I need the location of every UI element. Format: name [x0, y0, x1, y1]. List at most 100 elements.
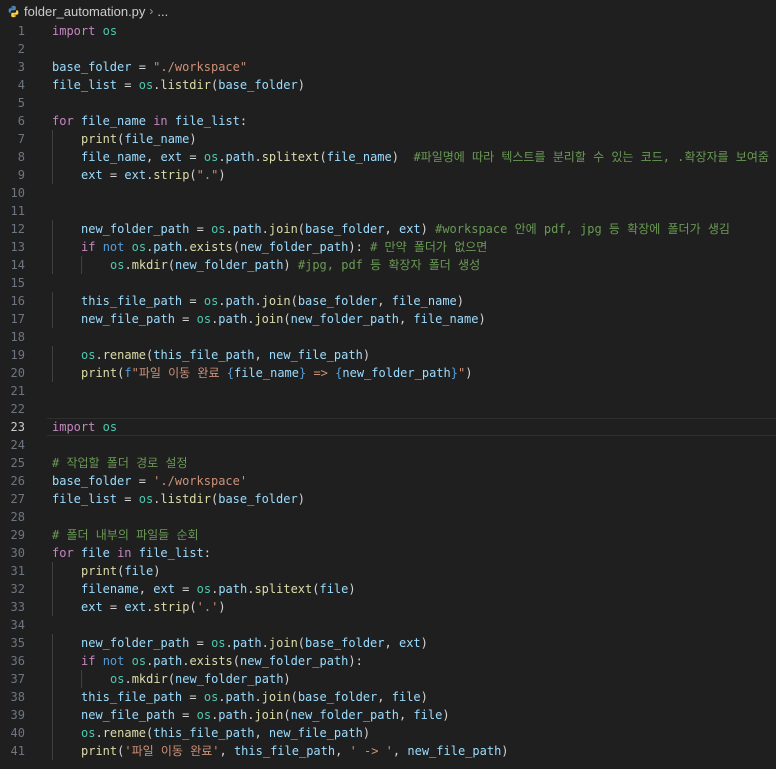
code-token: import — [52, 24, 96, 38]
code-token: ( — [232, 654, 241, 668]
code-token: new_folder_path — [81, 222, 190, 236]
code-token: mkdir — [131, 672, 168, 686]
code-line[interactable]: 17 new_file_path = os.path.join(new_folde… — [0, 310, 776, 328]
code-line[interactable]: 28 — [0, 508, 776, 526]
code-line[interactable]: 39 new_file_path = os.path.join(new_folde… — [0, 706, 776, 724]
code-token: ( — [297, 222, 306, 236]
code-line[interactable]: 3 base_folder = "./workspace" — [0, 58, 776, 76]
code-token: , — [254, 348, 269, 362]
code-token: ( — [319, 150, 327, 164]
code-token: print — [81, 744, 118, 758]
code-line[interactable]: 36 if not os.path.exists(new_folder_path)… — [0, 652, 776, 670]
code-text: file_list = os.listdir(base_folder) — [52, 76, 305, 94]
code-token: print — [81, 564, 118, 578]
code-line[interactable]: 31 print(file) — [0, 562, 776, 580]
code-line[interactable]: 26 base_folder = './workspace' — [0, 472, 776, 490]
code-line[interactable]: 25 # 작업할 폴더 경로 설정 — [0, 454, 776, 472]
code-line[interactable]: 5 — [0, 94, 776, 112]
code-line[interactable]: 20 print(f"파일 이동 완료 {file_name} => {new_f… — [0, 364, 776, 382]
code-token: ) — [501, 744, 509, 758]
line-number: 30 — [10, 546, 25, 560]
code-line[interactable]: 6 for file_name in file_list: — [0, 112, 776, 130]
code-token: ext — [153, 582, 175, 596]
code-line[interactable]: 1 import os — [0, 22, 776, 40]
code-token: ext — [398, 222, 421, 236]
code-line[interactable]: 16 this_file_path = os.path.join(base_fol… — [0, 292, 776, 310]
code-line[interactable]: 11 — [0, 202, 776, 220]
code-token: = — [131, 474, 154, 488]
breadcrumb-more[interactable]: ... — [157, 4, 168, 19]
code-token: os — [131, 240, 147, 254]
code-line[interactable]: 23 import os — [0, 418, 776, 436]
code-line[interactable]: 27 file_list = os.listdir(base_folder) — [0, 490, 776, 508]
code-line[interactable]: 7 print(file_name) — [0, 130, 776, 148]
code-line[interactable]: 4 file_list = os.listdir(base_folder) — [0, 76, 776, 94]
indent-guide — [52, 148, 53, 166]
code-line[interactable]: 40 os.rename(this_file_path, new_file_pat… — [0, 724, 776, 742]
code-token: os — [203, 690, 219, 704]
line-number: 2 — [17, 42, 25, 56]
line-number: 18 — [10, 330, 25, 344]
code-token: os — [138, 78, 154, 92]
line-number: 17 — [10, 312, 25, 326]
code-line[interactable]: 37 os.mkdir(new_folder_path) — [0, 670, 776, 688]
code-token: . — [218, 294, 226, 308]
code-text: print(f"파일 이동 완료 {file_name} => {new_fol… — [52, 364, 472, 382]
line-number: 38 — [10, 690, 25, 704]
code-token: file_list — [52, 492, 118, 506]
code-token: file — [391, 690, 421, 704]
code-token: = — [117, 78, 139, 92]
code-token: } — [450, 366, 458, 380]
code-line[interactable]: 35 new_folder_path = os.path.join(base_fo… — [0, 634, 776, 652]
code-token: = — [131, 60, 154, 74]
code-token: join — [268, 222, 298, 236]
code-token: listdir — [160, 78, 211, 92]
code-line[interactable]: 22 — [0, 400, 776, 418]
line-number: 3 — [17, 60, 25, 74]
code-token: base_folder — [305, 222, 385, 236]
code-text: if not os.path.exists(new_folder_path): … — [52, 238, 487, 256]
code-token: this_file_path — [81, 294, 183, 308]
code-line[interactable]: 10 — [0, 184, 776, 202]
line-number: 25 — [10, 456, 25, 470]
breadcrumb-file[interactable]: folder_automation.py — [24, 4, 145, 19]
code-text: os.rename(this_file_path, new_file_path) — [52, 724, 370, 742]
code-token: ( — [232, 240, 241, 254]
code-line[interactable]: 33 ext = ext.strip('.') — [0, 598, 776, 616]
code-token: os — [203, 150, 219, 164]
code-token: file_name — [326, 150, 392, 164]
code-line[interactable]: 32 filename, ext = os.path.splitext(file) — [0, 580, 776, 598]
code-line[interactable]: 21 — [0, 382, 776, 400]
line-number: 23 — [10, 420, 25, 434]
code-token: splitext — [254, 582, 313, 596]
line-number: 7 — [17, 132, 25, 146]
code-line[interactable]: 8 file_name, ext = os.path.splitext(file_… — [0, 148, 776, 166]
code-line[interactable]: 2 — [0, 40, 776, 58]
code-line[interactable]: 29 # 폴더 내부의 파일들 순회 — [0, 526, 776, 544]
code-line[interactable]: 18 — [0, 328, 776, 346]
code-line[interactable]: 38 this_file_path = os.path.join(base_fol… — [0, 688, 776, 706]
code-token: = — [182, 150, 204, 164]
line-number: 26 — [10, 474, 25, 488]
code-line[interactable]: 34 — [0, 616, 776, 634]
code-token: file_name — [391, 294, 457, 308]
code-text: # 폴더 내부의 파일들 순회 — [52, 526, 199, 544]
code-token: ) — [189, 132, 197, 146]
code-line[interactable]: 14 os.mkdir(new_folder_path) #jpg, pdf 등 … — [0, 256, 776, 274]
code-line[interactable]: 41 print('파일 이동 완료', this_file_path, ' ->… — [0, 742, 776, 760]
code-line[interactable]: 19 os.rename(this_file_path, new_file_pat… — [0, 346, 776, 364]
code-editor[interactable]: 1 import os 2 3 base_folder = "./workspace" 4… — [0, 22, 776, 769]
code-token: . — [261, 222, 269, 236]
code-line[interactable]: 30 for file in file_list: — [0, 544, 776, 562]
code-line[interactable]: 15 — [0, 274, 776, 292]
code-line[interactable]: 13 if not os.path.exists(new_folder_path)… — [0, 238, 776, 256]
code-line[interactable]: 12 new_folder_path = os.path.join(base_fo… — [0, 220, 776, 238]
code-line[interactable]: 24 — [0, 436, 776, 454]
code-line[interactable]: 9 ext = ext.strip(".") — [0, 166, 776, 184]
code-token: ext — [81, 600, 103, 614]
code-token: base_folder — [297, 690, 378, 704]
line-number: 16 — [10, 294, 25, 308]
code-token: "파일 이동 완료 — [131, 366, 227, 380]
code-text: new_folder_path = os.path.join(base_fold… — [52, 220, 730, 238]
